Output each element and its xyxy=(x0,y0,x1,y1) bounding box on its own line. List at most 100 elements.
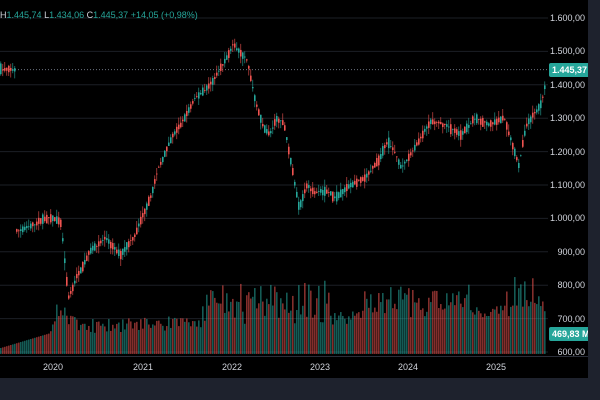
candle-body xyxy=(284,125,286,131)
volume-bar xyxy=(14,343,16,354)
volume-bar xyxy=(384,313,386,354)
candle-body xyxy=(14,68,16,72)
volume-bar xyxy=(506,291,508,354)
volume-bar xyxy=(32,338,34,354)
candle-body xyxy=(532,112,534,118)
volume-bar xyxy=(366,298,368,354)
volume-bar xyxy=(328,292,330,354)
candle-body xyxy=(228,50,230,58)
volume-bar xyxy=(258,303,260,354)
volume-bar xyxy=(184,321,186,354)
volume-bar xyxy=(76,319,78,354)
volume-bar xyxy=(342,315,344,354)
candle-body xyxy=(294,181,296,186)
volume-bar xyxy=(176,318,178,354)
volume-bar xyxy=(514,277,516,354)
volume-bar xyxy=(188,322,190,354)
volume-bar xyxy=(394,303,396,354)
candle-body xyxy=(122,248,124,255)
candle-body xyxy=(456,129,458,135)
volume-bar xyxy=(344,318,346,354)
candle-body xyxy=(524,130,526,136)
candle-body xyxy=(92,245,94,251)
candle-body xyxy=(88,251,90,255)
volume-bar xyxy=(26,340,28,354)
candle-body xyxy=(444,123,446,125)
volume-bar xyxy=(484,313,486,354)
volume-bar xyxy=(214,297,216,354)
volume-bar xyxy=(96,321,98,354)
price-tick-label: 1.400,00 xyxy=(549,79,585,90)
volume-bar xyxy=(430,302,432,354)
volume-bar xyxy=(432,291,434,354)
candle-body xyxy=(440,121,442,125)
candle-body xyxy=(150,195,152,198)
volume-bar xyxy=(54,321,56,354)
candle-body xyxy=(210,81,212,85)
candle-body xyxy=(468,124,470,128)
time-axis[interactable]: 2020 2021 2022 2023 2024 2025 xyxy=(0,356,588,378)
volume-bar xyxy=(36,337,38,354)
volume-bar xyxy=(128,318,130,354)
candle-body xyxy=(266,129,268,134)
candle-body xyxy=(222,64,224,66)
volume-bar xyxy=(280,298,282,354)
volume-bar xyxy=(296,310,298,354)
volume-bar xyxy=(500,305,502,354)
volume-bar xyxy=(248,292,250,354)
candle-body xyxy=(50,214,52,223)
candle-body xyxy=(454,128,456,133)
volume-bar xyxy=(136,321,138,354)
volume-bar xyxy=(524,281,526,354)
volume-bar xyxy=(420,309,422,354)
volume-bar xyxy=(44,334,46,354)
volume-bar xyxy=(270,284,272,354)
candle-body xyxy=(508,131,510,136)
candle-body xyxy=(388,137,390,149)
candle-body xyxy=(380,154,382,160)
volume-bar xyxy=(16,343,18,354)
volume-bar xyxy=(158,320,160,354)
candle-body xyxy=(78,270,80,276)
candle-body xyxy=(322,189,324,196)
time-tick-label: 2025 xyxy=(485,362,507,372)
volume-bar xyxy=(354,315,356,354)
high-value: 1.445,74 xyxy=(6,10,42,20)
candle-body xyxy=(30,223,32,229)
candle-body xyxy=(62,238,64,242)
candle-body xyxy=(390,146,392,147)
candle-body xyxy=(466,123,468,133)
time-tick-label: 2021 xyxy=(132,362,154,372)
candle-body xyxy=(110,241,112,249)
volume-bar xyxy=(92,319,94,354)
candle-body xyxy=(302,194,304,202)
volume-bar xyxy=(276,292,278,354)
volume-bar xyxy=(538,296,540,354)
candle-body xyxy=(226,55,228,60)
volume-bar xyxy=(222,285,224,354)
volume-bar xyxy=(446,293,448,354)
price-axis[interactable]: 1.600,00 1.500,00 1.400,00 1.300,00 1.200,00… xyxy=(548,0,588,357)
candle-body xyxy=(38,217,40,224)
candle-body xyxy=(324,186,326,196)
right-scroll-strip[interactable] xyxy=(588,0,600,400)
volume-bar xyxy=(20,342,22,354)
candle-body xyxy=(160,161,162,165)
candle-body xyxy=(430,119,432,124)
volume-bar xyxy=(180,318,182,354)
volume-bar xyxy=(80,324,82,354)
volume-bar xyxy=(204,320,206,354)
last-price-badge: 1.445,37 xyxy=(549,62,591,77)
volume-bar xyxy=(306,316,308,354)
volume-bar xyxy=(472,312,474,354)
chart-plot-area[interactable]: H1.445,74 L1.434,06 C1.445,37 +14,05 (+0… xyxy=(0,0,548,356)
volume-bar xyxy=(264,315,266,354)
volume-bar xyxy=(104,326,106,354)
volume-bar xyxy=(64,307,66,354)
volume-bar xyxy=(340,312,342,354)
candle-body xyxy=(442,123,444,128)
price-chart-svg[interactable] xyxy=(0,0,548,356)
candle-body xyxy=(506,122,508,130)
candle-body xyxy=(436,122,438,123)
volume-bar xyxy=(212,291,214,354)
